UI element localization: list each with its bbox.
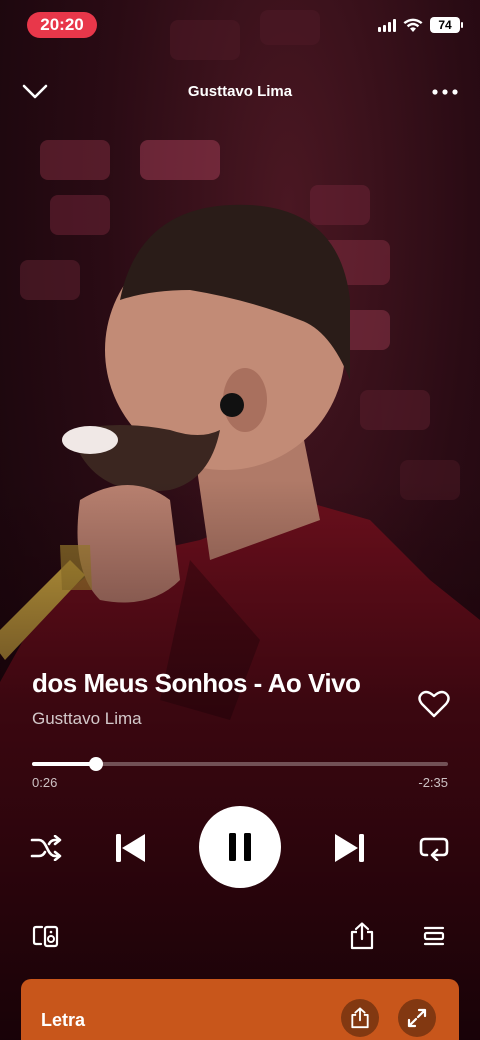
next-button[interactable] <box>330 828 370 868</box>
cellular-signal-icon <box>378 18 396 32</box>
share-button[interactable] <box>344 918 380 954</box>
lyrics-card[interactable]: Letra <box>21 979 459 1040</box>
status-bar: 20:20 74 <box>0 0 480 50</box>
remaining-time: -2:35 <box>418 775 448 790</box>
pause-icon <box>229 833 251 861</box>
collapse-button[interactable] <box>15 72 55 112</box>
battery-indicator: 74 <box>430 17 463 33</box>
repeat-button[interactable] <box>416 828 452 868</box>
chevron-down-icon <box>22 84 48 99</box>
devices-icon <box>32 925 59 948</box>
connect-device-button[interactable] <box>28 918 64 954</box>
elapsed-time: 0:26 <box>32 775 58 790</box>
lyrics-share-button[interactable] <box>341 999 379 1037</box>
status-time: 20:20 <box>27 12 97 38</box>
like-button[interactable] <box>414 684 454 724</box>
progress-knob[interactable] <box>89 757 104 771</box>
queue-button[interactable] <box>416 918 452 954</box>
heart-icon <box>418 690 450 718</box>
queue-icon <box>423 926 445 946</box>
lyrics-title: Letra <box>41 1010 86 1030</box>
repeat-icon <box>419 837 449 861</box>
shuffle-icon <box>30 835 62 861</box>
more-icon <box>432 89 458 95</box>
song-artist[interactable]: Gusttavo Lima <box>32 709 412 729</box>
track-info: dos Meus Sonhos - Ao Vivo Gusttavo Lima <box>32 668 412 729</box>
player-header: Gusttavo Lima <box>0 72 480 112</box>
secondary-actions <box>0 918 480 958</box>
share-icon <box>351 1007 369 1029</box>
progress-bar[interactable] <box>32 757 448 771</box>
wifi-icon <box>403 18 423 32</box>
shuffle-button[interactable] <box>28 828 64 868</box>
progress-fill <box>32 762 97 766</box>
expand-icon <box>407 1008 427 1028</box>
song-title[interactable]: dos Meus Sonhos - Ao Vivo <box>32 668 412 699</box>
share-icon <box>350 922 374 950</box>
next-icon <box>335 834 364 862</box>
more-options-button[interactable] <box>425 72 465 112</box>
lyrics-expand-button[interactable] <box>398 999 436 1037</box>
previous-icon <box>116 834 145 862</box>
playback-controls <box>0 806 480 890</box>
pause-button[interactable] <box>199 806 281 888</box>
previous-button[interactable] <box>110 828 150 868</box>
context-title: Gusttavo Lima <box>187 83 293 100</box>
